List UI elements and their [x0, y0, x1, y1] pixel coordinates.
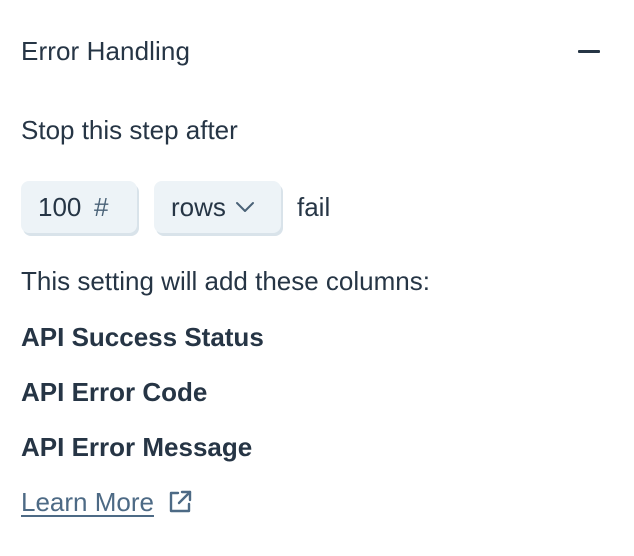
chevron-down-icon: [234, 200, 256, 214]
failure-count-input[interactable]: 100 #: [21, 181, 137, 233]
column-name: API Success Status: [21, 322, 264, 352]
column-name: API Error Message: [21, 432, 253, 462]
section-title: Error Handling: [21, 36, 191, 66]
columns-intro: This setting will add these columns:: [21, 266, 430, 296]
number-icon: #: [94, 191, 109, 222]
minus-icon: [578, 49, 600, 53]
column-name: API Error Code: [21, 377, 208, 407]
learn-more-label: Learn More: [21, 487, 154, 517]
stop-step-label: Stop this step after: [21, 115, 238, 145]
failure-count-value: 100: [38, 191, 82, 222]
unit-select[interactable]: rows: [154, 181, 281, 233]
fail-suffix: fail: [297, 191, 331, 222]
collapse-button[interactable]: [571, 36, 607, 66]
unit-select-value: rows: [171, 191, 226, 222]
learn-more-link[interactable]: Learn More: [21, 486, 194, 518]
stop-controls-row: 100 # rows fail: [21, 180, 330, 234]
error-handling-panel: Error Handling Stop this step after 100 …: [0, 0, 634, 556]
external-link-icon: [166, 488, 194, 516]
